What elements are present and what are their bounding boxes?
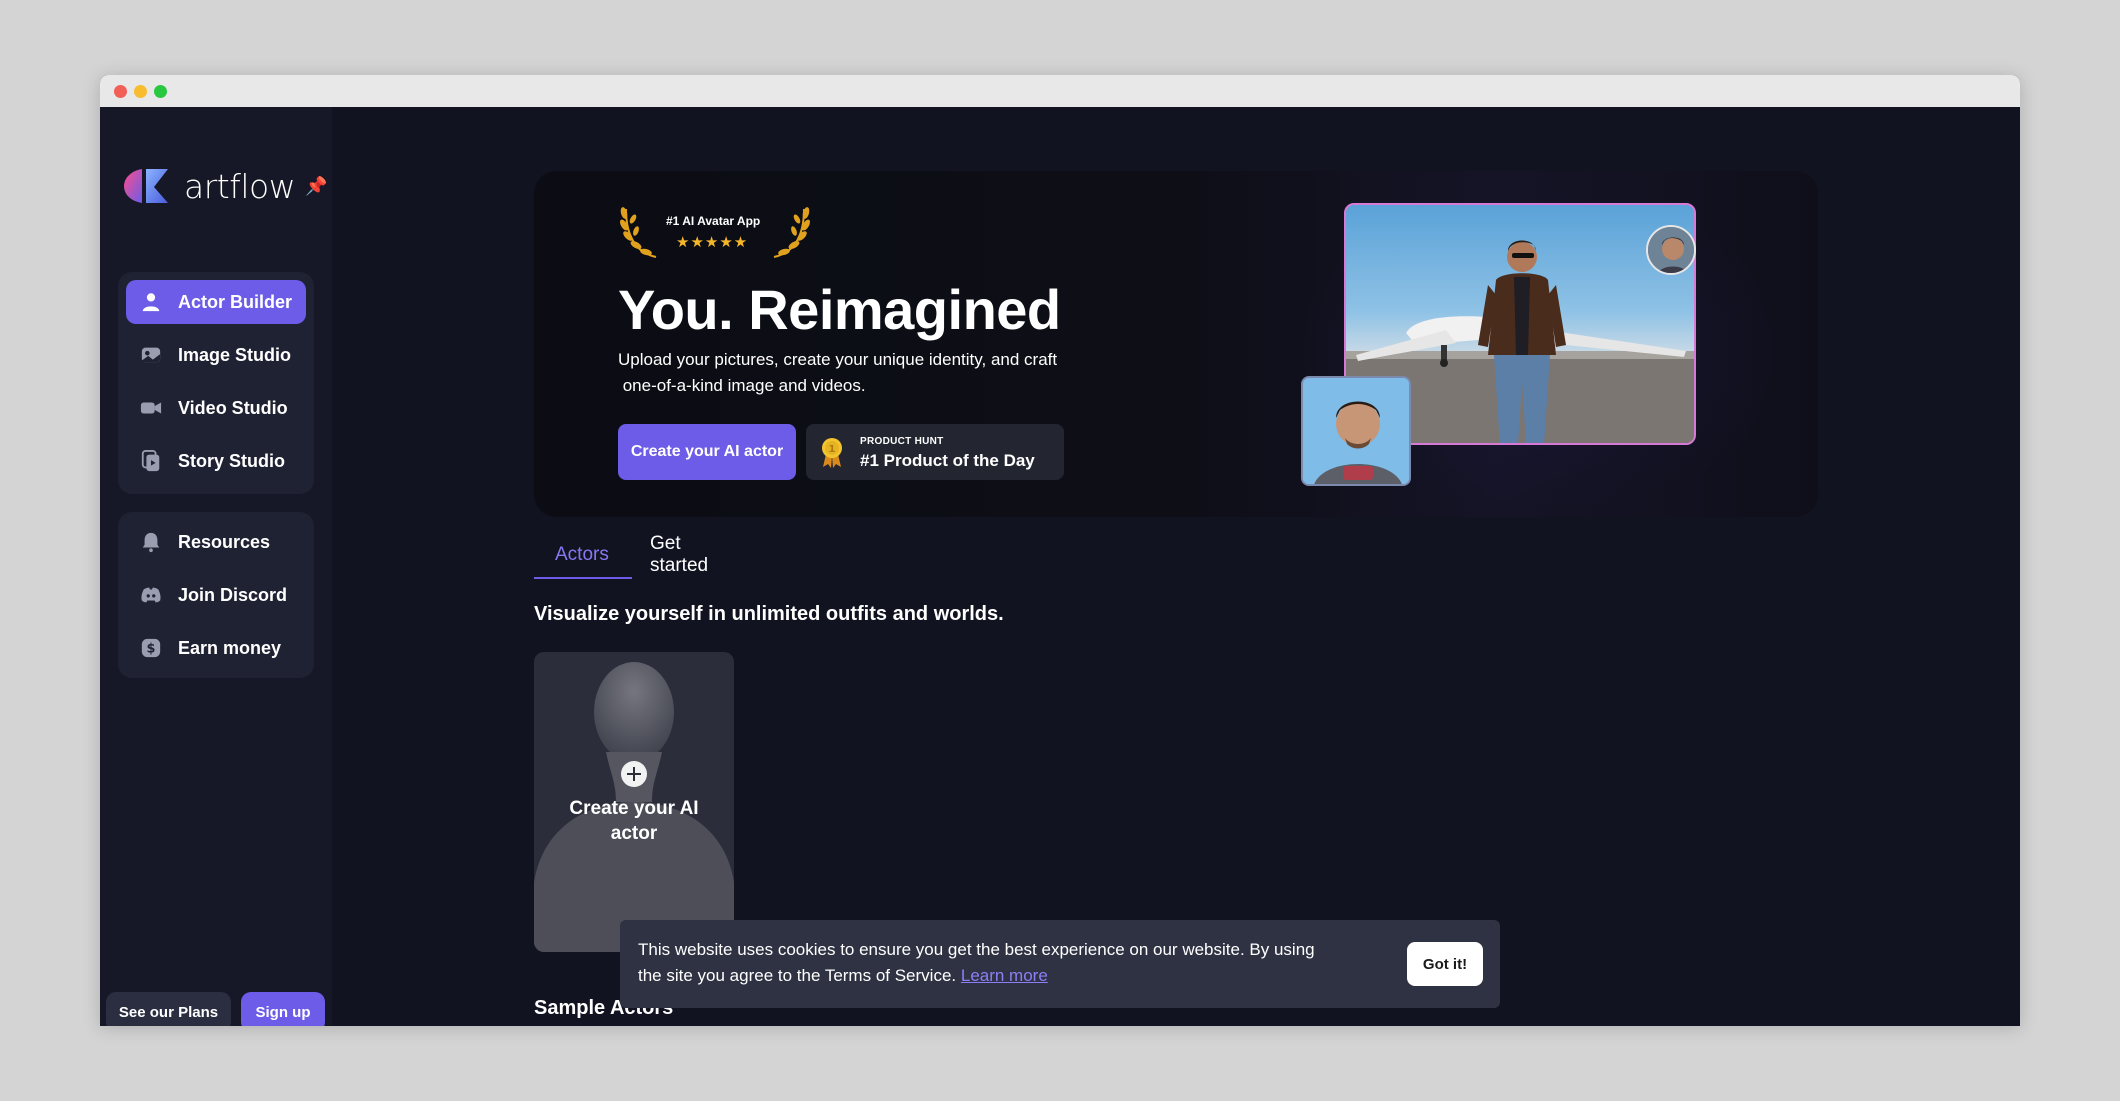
artflow-logo-icon [124, 167, 170, 205]
award-badge: #1 AI Avatar App ★★★★★ [618, 201, 814, 261]
user-icon [138, 289, 164, 315]
nav-label: Join Discord [178, 584, 288, 605]
create-ai-actor-button[interactable]: Create your AI actor [618, 424, 796, 480]
secondary-nav: Resources Join Discord $ Earn money [118, 512, 314, 678]
see-plans-button[interactable]: See our Plans [106, 992, 231, 1026]
hero-subtitle-line: one-of-a-kind image and videos. [618, 376, 866, 395]
nav-label: Resources [178, 531, 271, 552]
card-label-line: actor [610, 823, 658, 844]
main-nav: Actor Builder Image Studio Video Studio … [118, 272, 314, 494]
product-hunt-badge[interactable]: 1 PRODUCT HUNT #1 Product of the Day [806, 424, 1064, 480]
pin-icon[interactable]: 📌 [305, 176, 327, 197]
window-titlebar [100, 75, 2020, 107]
cookie-text-line: the site you agree to the Terms of Servi… [638, 966, 961, 985]
dollar-icon: $ [138, 635, 164, 661]
tab-actors[interactable]: Actors [555, 535, 609, 575]
portrait-thumbnail [1301, 376, 1411, 486]
nav-story-studio[interactable]: Story Studio [126, 439, 306, 483]
video-camera-icon [138, 395, 164, 421]
cookie-text-line: This website uses cookies to ensure you … [638, 940, 1315, 959]
maximize-window-icon[interactable] [154, 85, 167, 98]
medal-icon: 1 [822, 438, 842, 468]
hero-subtitle-line: Upload your pictures, create your unique… [618, 350, 1058, 369]
learn-more-link[interactable]: Learn more [961, 966, 1048, 985]
close-window-icon[interactable] [114, 85, 127, 98]
plus-circle-icon [621, 761, 647, 787]
story-icon [138, 448, 164, 474]
hero-subtitle: Upload your pictures, create your unique… [618, 347, 1098, 399]
card-label-line: Create your AI [569, 798, 699, 819]
browser-window: artflow 📌 Actor Builder Image Studio Vid… [100, 75, 2020, 1026]
create-actor-card[interactable]: Create your AI actor [534, 652, 734, 952]
got-it-button[interactable]: Got it! [1407, 942, 1483, 986]
award-label: #1 AI Avatar App [666, 214, 761, 228]
create-actor-card-label: Create your AI actor [534, 796, 734, 846]
avatar-thumbnail [1646, 225, 1696, 275]
cookie-text-line2: the site you agree to the Terms of Servi… [638, 963, 1338, 989]
svg-text:$: $ [147, 642, 156, 657]
bell-icon [138, 529, 164, 555]
artflow-logo[interactable]: artflow 📌 [124, 166, 328, 206]
nav-join-discord[interactable]: Join Discord [126, 573, 306, 617]
image-icon [138, 342, 164, 368]
section-title: Visualize yourself in unlimited outfits … [534, 603, 1004, 625]
nav-label: Story Studio [178, 450, 285, 471]
nav-label: Image Studio [178, 344, 292, 365]
nav-image-studio[interactable]: Image Studio [126, 333, 306, 377]
active-tab-underline [534, 577, 632, 579]
tab-get-started[interactable]: Get started [650, 533, 708, 576]
svg-text:1: 1 [829, 444, 836, 455]
sign-up-button[interactable]: Sign up [241, 992, 325, 1026]
nav-earn-money[interactable]: $ Earn money [126, 626, 306, 670]
cookie-text: This website uses cookies to ensure you … [638, 937, 1338, 989]
nav-actor-builder[interactable]: Actor Builder [126, 280, 306, 324]
nav-label: Earn money [178, 637, 282, 658]
award-stars: ★★★★★ [676, 234, 749, 251]
nav-video-studio[interactable]: Video Studio [126, 386, 306, 430]
discord-icon [138, 582, 164, 608]
nav-label: Video Studio [178, 397, 288, 418]
laurel-right-icon [773, 207, 810, 258]
product-hunt-big-label: #1 Product of the Day [860, 451, 1035, 470]
hero-banner: #1 AI Avatar App ★★★★★ You. Reimagined U… [534, 171, 1818, 517]
nav-label: Actor Builder [178, 291, 293, 312]
sidebar: artflow 📌 Actor Builder Image Studio Vid… [100, 107, 332, 1026]
cookie-banner: This website uses cookies to ensure you … [620, 920, 1500, 1008]
laurel-left-icon [620, 207, 657, 258]
product-hunt-small-label: PRODUCT HUNT [860, 436, 944, 447]
nav-resources[interactable]: Resources [126, 520, 306, 564]
logo-text: artflow [184, 166, 296, 206]
hero-title: You. Reimagined [618, 278, 1061, 341]
minimize-window-icon[interactable] [134, 85, 147, 98]
